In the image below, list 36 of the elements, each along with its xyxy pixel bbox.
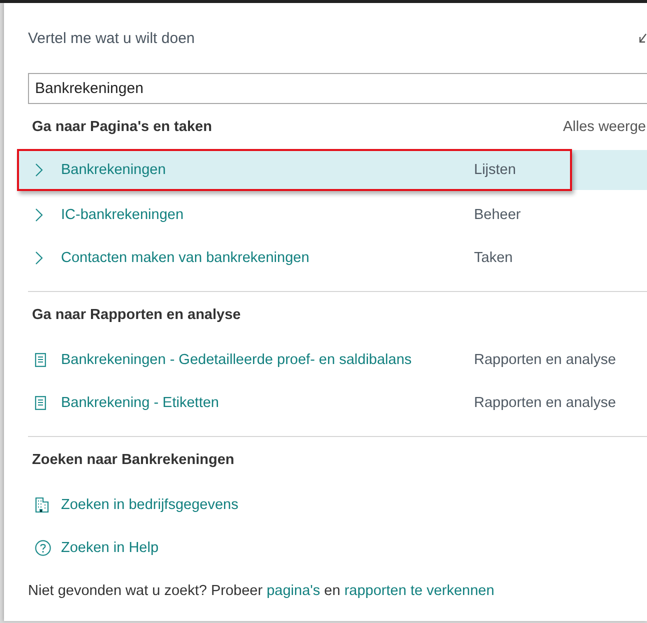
reports-link[interactable]: rapporten te verkennen [344,583,494,599]
chevron-icon [35,208,43,222]
dialog-title: Vertel me wat u wilt doen [28,30,195,46]
result-category: Rapporten en analyse [474,394,616,410]
building-icon [35,496,49,512]
chevron-icon [35,163,43,177]
help-icon [35,540,51,556]
result-row[interactable]: Zoeken in Help [17,526,647,569]
result-link[interactable]: Zoeken in Help [61,540,159,556]
section-heading: Ga naar Rapporten en analyse [32,307,241,323]
result-link[interactable]: Bankrekeningen [61,162,166,178]
result-row[interactable]: Zoeken in bedrijfsgegevens [17,483,647,526]
result-row[interactable]: Bankrekeningen Lijsten [17,150,647,190]
result-category: Rapporten en analyse [474,352,616,368]
report-icon [35,396,46,410]
chevron-icon [35,250,43,264]
show-all-link[interactable]: Alles weerge [562,119,646,135]
section-heading: Ga naar Pagina's en taken [32,119,212,135]
result-row[interactable]: IC-bankrekeningen Beheer [17,193,647,236]
result-category: Beheer [474,206,521,222]
result-category: Lijsten [474,162,516,178]
result-row[interactable]: Contacten maken van bankrekeningen Taken [17,236,647,279]
result-link[interactable]: IC-bankrekeningen [61,206,184,222]
result-link[interactable]: Zoeken in bedrijfsgegevens [61,496,238,512]
result-row[interactable]: Bankrekening - Etiketten Rapporten en analyse [17,381,647,424]
collapse-icon[interactable] [639,33,647,43]
result-link[interactable]: Contacten maken van bankrekeningen [61,250,310,266]
footer-text: Niet gevonden wat u zoekt? Probeer pagina's en rapporten te verkennen [28,583,496,599]
pages-link[interactable]: pagina's [266,583,320,599]
search-field[interactable]: Bankrekeningen [28,73,647,104]
result-link[interactable]: Bankrekeningen - Gedetailleerde proef- en saldibalans [61,352,412,368]
section-heading: Zoeken naar Bankrekeningen [32,452,234,468]
result-category: Taken [474,250,513,266]
result-row[interactable]: Bankrekeningen - Gedetailleerde proef- en saldibalans Rapporten en analyse [17,338,647,381]
report-icon [35,352,46,366]
result-link[interactable]: Bankrekening - Etiketten [61,394,219,410]
